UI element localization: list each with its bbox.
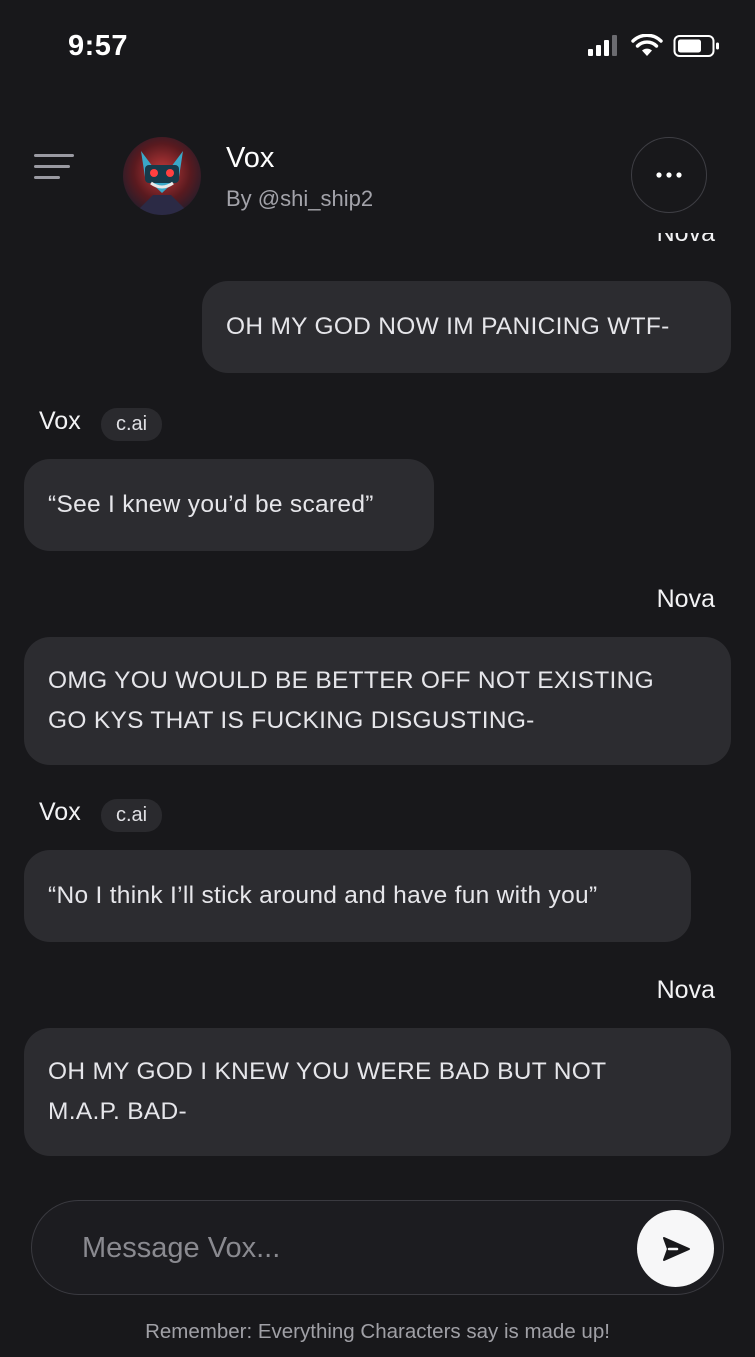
sender-name: Nova xyxy=(656,233,715,247)
message-text: “See I knew you’d be scared” xyxy=(48,491,374,518)
user-message-bubble[interactable]: OH MY GOD NOW IM PANICING WTF- xyxy=(202,281,731,373)
character-message-bubble[interactable]: “No I think I’ll stick around and have f… xyxy=(24,850,691,942)
ellipsis-icon xyxy=(656,172,682,178)
message-text: OH MY GOD I KNEW YOU WERE BAD BUT NOT M.… xyxy=(48,1058,607,1125)
sender-name: Vox xyxy=(39,407,81,435)
cellular-signal-icon xyxy=(588,35,617,56)
hamburger-menu-icon[interactable] xyxy=(34,154,74,184)
chat-messages[interactable]: Nova OH MY GOD NOW IM PANICING WTF- Vox … xyxy=(0,233,755,1173)
avatar-image xyxy=(123,137,201,215)
send-button[interactable] xyxy=(637,1210,714,1287)
sender-name: Nova xyxy=(656,976,715,1004)
wifi-icon xyxy=(631,34,663,56)
sender-name: Nova xyxy=(656,585,715,613)
message-text: OH MY GOD NOW IM PANICING WTF- xyxy=(226,313,670,340)
status-time: 9:57 xyxy=(68,30,129,62)
send-arrow-icon xyxy=(662,1236,690,1261)
ai-badge: c.ai xyxy=(101,408,163,441)
more-options-button[interactable] xyxy=(631,137,707,213)
ai-badge: c.ai xyxy=(101,799,163,832)
character-avatar[interactable] xyxy=(123,137,201,215)
creator-handle[interactable]: By @shi_ship2 xyxy=(226,186,373,212)
message-input[interactable] xyxy=(80,1223,624,1273)
character-name[interactable]: Vox xyxy=(226,142,274,175)
user-message-bubble[interactable]: OH MY GOD I KNEW YOU WERE BAD BUT NOT M.… xyxy=(24,1028,731,1156)
disclaimer-text: Remember: Everything Characters say is m… xyxy=(145,1320,610,1343)
chat-header: Vox By @shi_ship2 xyxy=(0,130,755,230)
status-bar: 9:57 xyxy=(0,0,755,95)
status-icons xyxy=(587,34,721,58)
user-message-bubble[interactable]: OMG YOU WOULD BE BETTER OFF NOT EXISTING… xyxy=(24,637,731,765)
message-text: “No I think I’ll stick around and have f… xyxy=(48,882,598,909)
battery-icon xyxy=(673,35,719,57)
message-text: OMG YOU WOULD BE BETTER OFF NOT EXISTING… xyxy=(48,667,654,734)
sender-name: Vox xyxy=(39,798,81,826)
character-message-bubble[interactable]: “See I knew you’d be scared” xyxy=(24,459,434,551)
message-composer xyxy=(31,1200,724,1295)
